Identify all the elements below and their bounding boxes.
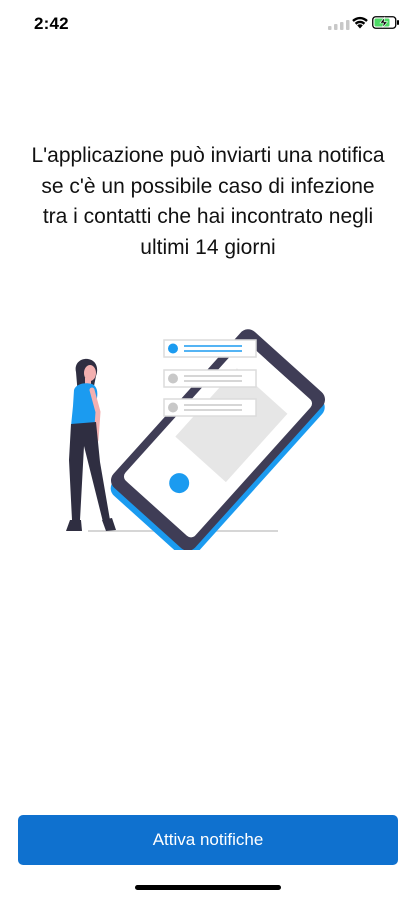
notification-explanation-text: L'applicazione può inviarti una notifica… — [31, 144, 385, 259]
status-bar: 2:42 — [0, 0, 416, 48]
notification-card-inactive — [163, 398, 257, 417]
home-indicator[interactable] — [135, 885, 281, 890]
status-time: 2:42 — [34, 14, 69, 33]
battery-charging-icon — [372, 16, 399, 29]
wifi-icon — [352, 16, 368, 29]
signal-icon — [328, 20, 350, 30]
enable-notifications-button[interactable]: Attiva notifiche — [18, 815, 398, 865]
person-with-phone-notifications-illustration — [66, 329, 326, 550]
notification-permission-screen: 2:42 L'applicazione può inviarti una not… — [0, 0, 416, 900]
notification-card-inactive — [163, 369, 257, 388]
person-figure — [66, 358, 116, 531]
notification-card-active — [163, 339, 257, 358]
